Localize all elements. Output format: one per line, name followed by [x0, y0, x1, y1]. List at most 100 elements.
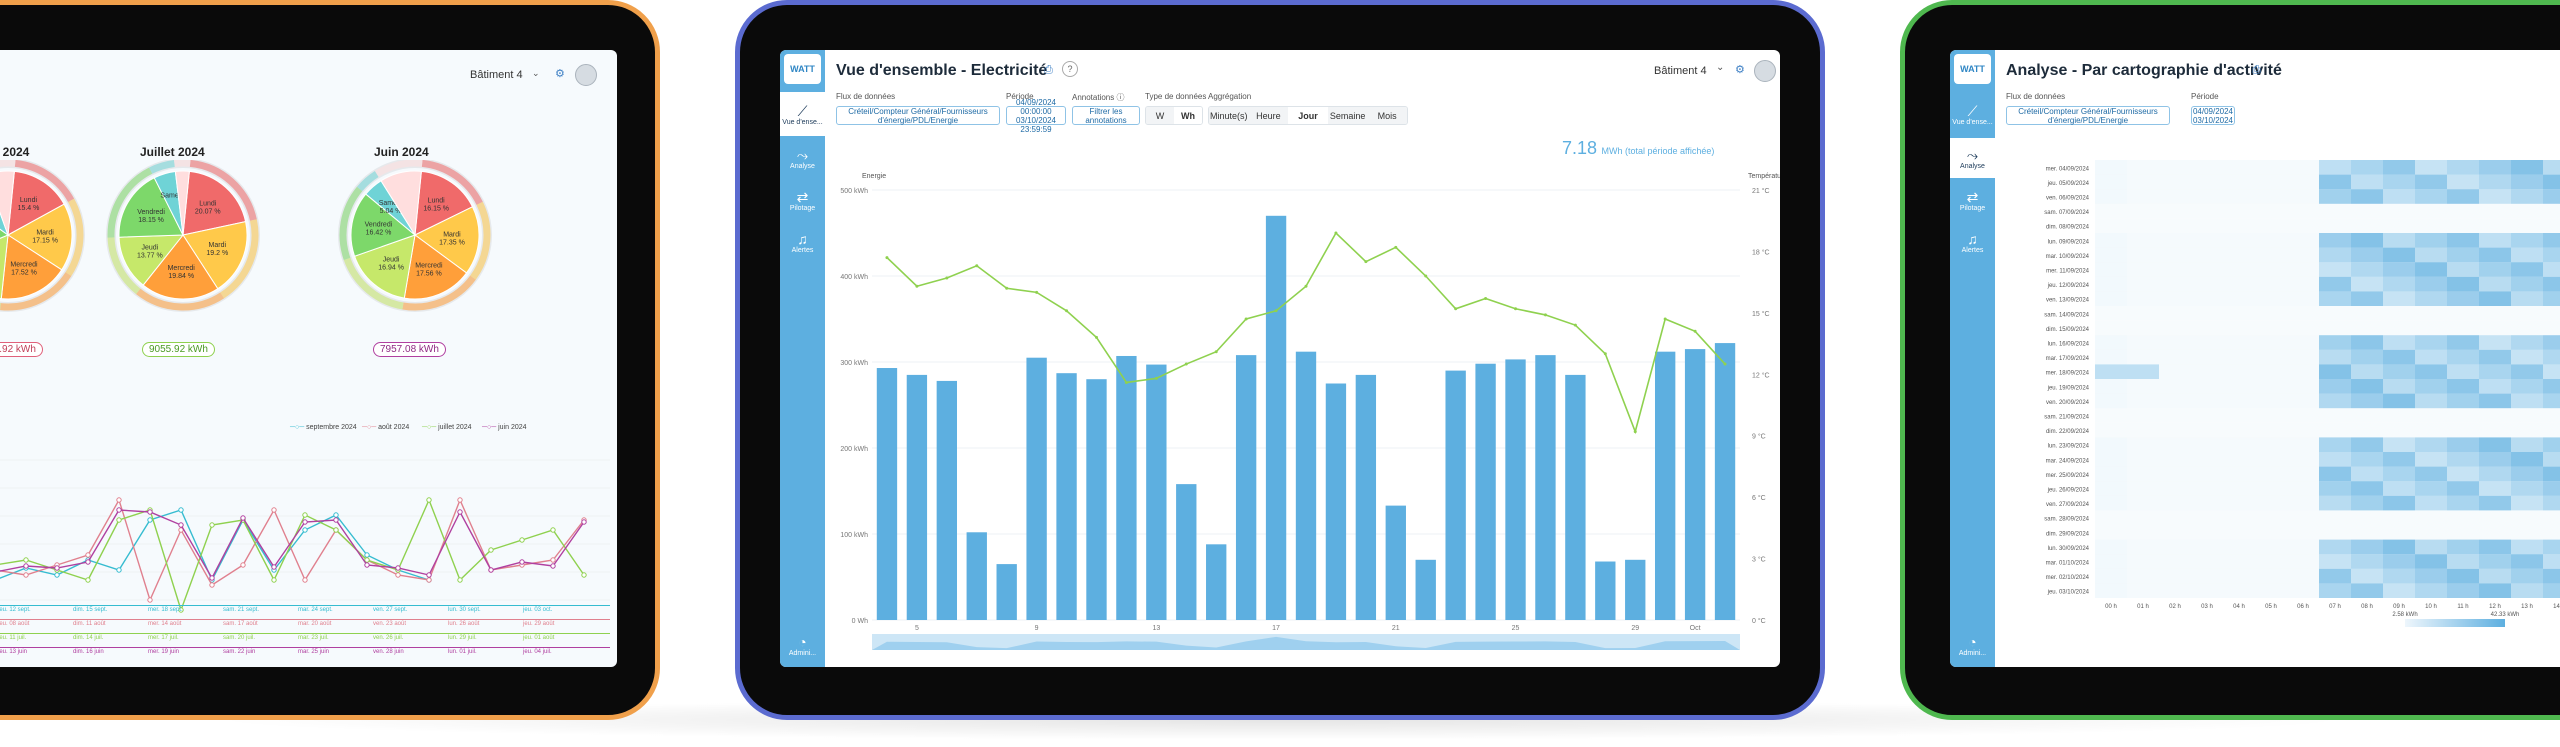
heatmap-cell	[2127, 335, 2159, 350]
heatmap-cell	[2447, 218, 2479, 233]
heatmap-cell	[2383, 379, 2415, 394]
heatmap-cell	[2223, 525, 2255, 540]
heatmap-cell	[2511, 262, 2543, 277]
building-selector[interactable]: Bâtiment 4	[470, 69, 523, 81]
legend-item[interactable]: ─○─ août 2024	[362, 424, 409, 431]
heatmap-cell	[2127, 203, 2159, 219]
heatmap-cell	[2095, 335, 2127, 350]
heatmap-cell	[2095, 510, 2127, 525]
heatmap-hour-label: 12 h	[2489, 604, 2501, 610]
series-point	[333, 527, 339, 533]
sidebar-item-alertes[interactable]: ♫ Alertes	[1950, 222, 1995, 262]
y2-tick-label: 21 °C	[1752, 187, 1770, 195]
building-selector[interactable]: Bâtiment 4	[1654, 65, 1707, 77]
avatar[interactable]	[575, 64, 597, 86]
energy-bar	[1116, 355, 1137, 620]
chevron-down-icon[interactable]: ⌄	[1716, 62, 1724, 73]
print-icon[interactable]: ⎙	[2252, 64, 2261, 77]
filter-annotations-button[interactable]: Filtrer les annotations	[1072, 106, 1140, 125]
pie-slice-pct: 15.4 %	[18, 205, 40, 212]
heatmap-cell	[2447, 539, 2479, 555]
temperature-point	[885, 256, 889, 260]
sidebar-item-admin[interactable]: ◔ Admini...	[780, 625, 825, 665]
heatmap-cell	[2351, 349, 2383, 365]
aggregation-toggle[interactable]: Minute(s) Heure Jour Semaine Mois	[1208, 106, 1408, 125]
heatmap-cell	[2095, 364, 2127, 379]
temperature-point	[1723, 362, 1727, 366]
gear-icon[interactable]: ⚙	[1735, 63, 1745, 76]
heatmap-cell	[2415, 276, 2447, 292]
heatmap-cell	[2543, 247, 2560, 263]
pie-total: 7530.92 kWh	[0, 342, 43, 357]
temperature-point	[1484, 297, 1488, 301]
heatmap-hour-label: 11 h	[2457, 604, 2468, 610]
heatmap-cell	[2543, 554, 2560, 569]
sidebar-item-alertes[interactable]: ♫ Alertes	[780, 222, 825, 262]
heatmap-cell	[2511, 495, 2543, 511]
flux-selector[interactable]: Créteil/Compteur Général/Fournisseurs d'…	[2006, 106, 2170, 125]
admin-icon: ◔	[1968, 633, 1977, 650]
type-toggle[interactable]: W Wh	[1145, 106, 1203, 125]
heatmap-day-label: mer. 11/09/2024	[2046, 269, 2090, 275]
heatmap-cell	[2095, 306, 2127, 321]
heatmap-cell	[2255, 393, 2287, 409]
series-point	[271, 507, 277, 513]
agg-option-mois[interactable]: Mois	[1367, 107, 1407, 124]
agg-option-jour[interactable]: Jour	[1288, 107, 1328, 124]
heatmap-cell	[2543, 276, 2560, 292]
heatmap-cell	[2191, 262, 2223, 277]
periode-selector[interactable]: 04/09/2024 00:00:00 03/10/2024 23:59:59	[1006, 98, 1066, 134]
heatmap-cell	[2095, 349, 2127, 365]
date-label: ven. 28 juin	[373, 649, 404, 655]
type-option-w[interactable]: W	[1146, 107, 1174, 124]
heatmap-cell	[2319, 364, 2351, 379]
sidebar-item-pilotage[interactable]: ⇄ Pilotage	[780, 180, 825, 220]
sidebar-item-overview[interactable]: ⟋ Vue d'ense...	[1950, 94, 1995, 134]
date-label: mar. 24 sept.	[298, 607, 333, 613]
heatmap-cell	[2351, 335, 2383, 350]
gear-icon[interactable]: ⚙	[555, 67, 565, 80]
heatmap-cell	[2415, 466, 2447, 482]
heatmap-cell	[2351, 276, 2383, 292]
periode-selector[interactable]: 04/09/2024 03/10/2024	[2191, 106, 2235, 125]
help-icon[interactable]: ?	[1062, 61, 1078, 77]
heatmap-cell	[2287, 568, 2319, 584]
avatar[interactable]	[1754, 60, 1776, 82]
agg-option-heure[interactable]: Heure	[1248, 107, 1289, 124]
sidebar-item-pilotage[interactable]: ⇄ Pilotage	[1950, 180, 1995, 220]
heatmap-cell	[2543, 218, 2560, 233]
right-tablet: WATT ⟋ Vue d'ense... ⤳ Analyse ⇄ Pilotage ♫…	[1900, 0, 2560, 720]
heatmap-cell	[2287, 203, 2319, 219]
heatmap-hour-label: 05 h	[2265, 604, 2277, 610]
agg-option-minute[interactable]: Minute(s)	[1209, 107, 1249, 124]
info-icon: ⓘ	[1116, 93, 1125, 102]
heatmap-cell	[2479, 408, 2511, 423]
energy-bar	[1325, 383, 1347, 620]
flux-selector[interactable]: Créteil/Compteur Général/Fournisseurs d'…	[836, 106, 1000, 125]
temperature-point	[1005, 286, 1009, 290]
heatmap-cell	[2127, 306, 2159, 321]
chevron-down-icon[interactable]: ⌄	[532, 68, 540, 79]
heatmap-cell	[2383, 306, 2415, 321]
heatmap-day-label: mar. 10/09/2024	[2046, 254, 2090, 260]
date-label: ven. 23 août	[373, 621, 407, 627]
legend-item[interactable]: ─○─ juin 2024	[482, 424, 527, 431]
sidebar-item-overview[interactable]: ⟋ Vue d'ense...	[780, 92, 825, 136]
y-tick-label: 200 kWh	[840, 446, 868, 453]
heatmap-cell	[2159, 481, 2191, 496]
legend-item[interactable]: ─○─ juillet 2024	[422, 424, 472, 431]
sidebar-item-analyse[interactable]: ⤳ Analyse	[1950, 138, 1995, 178]
print-icon[interactable]: ⎙	[1044, 64, 1053, 77]
sidebar-item-admin[interactable]: ◔ Admini...	[1950, 625, 1995, 665]
heatmap-cell	[2511, 510, 2543, 525]
heatmap-cell	[2223, 247, 2255, 263]
series-point	[240, 515, 246, 521]
heatmap-cell	[2159, 247, 2191, 263]
heatmap-cell	[2351, 510, 2383, 525]
heatmap-cell	[2191, 320, 2223, 336]
legend-item[interactable]: ─○─ septembre 2024	[290, 424, 357, 431]
sidebar-item-analyse[interactable]: ⤳ Analyse	[780, 138, 825, 178]
agg-option-semaine[interactable]: Semaine	[1327, 107, 1368, 124]
type-option-wh[interactable]: Wh	[1174, 107, 1202, 124]
energy-bar	[1625, 559, 1646, 620]
